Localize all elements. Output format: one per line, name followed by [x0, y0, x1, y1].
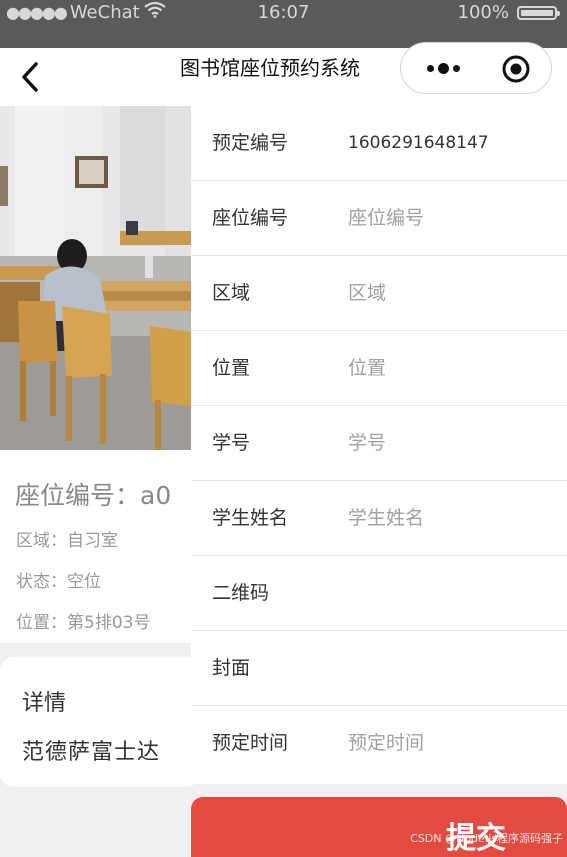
reservation-no-value: 1606291648147 — [348, 133, 489, 153]
form-label: 学号 — [212, 432, 251, 454]
more-dot-icon — [426, 64, 434, 72]
form-label: 区域 — [212, 282, 251, 304]
student-id-input[interactable] — [348, 432, 548, 454]
more-dot-icon — [437, 62, 449, 74]
reservation-form: 预定编号 1606291648147 座位编号 区域 位置 学号 学生姓名 二维… — [191, 106, 567, 784]
battery-icon — [517, 6, 560, 20]
seat-status: 状态：空位 — [16, 572, 101, 592]
form-row-qrcode[interactable]: 二维码 — [191, 556, 567, 631]
mini-program-capsule — [400, 42, 552, 94]
form-label: 位置 — [212, 357, 251, 379]
seat-no-input[interactable] — [348, 207, 548, 229]
seat-area: 区域：自习室 — [16, 531, 118, 551]
back-button[interactable] — [10, 56, 50, 98]
form-label: 学生姓名 — [212, 507, 289, 529]
watermark: CSDN @Node.js程序源码强子 — [410, 832, 563, 845]
form-row-student-name: 学生姓名 — [191, 481, 567, 556]
detail-body: 范德萨富士达 — [22, 740, 161, 765]
submit-button[interactable]: 提交 — [191, 797, 567, 857]
seat-position: 位置：第5排03号 — [16, 613, 151, 633]
status-bar: ●●●●● WeChat 16:07 100% — [0, 0, 567, 48]
form-row-student-id: 学号 — [191, 406, 567, 481]
reserve-time-input[interactable] — [348, 732, 548, 754]
more-button[interactable] — [423, 55, 463, 81]
form-row-reservation-no: 预定编号 1606291648147 — [191, 106, 567, 181]
student-name-input[interactable] — [348, 507, 548, 529]
form-label: 座位编号 — [212, 207, 289, 229]
seat-number-heading: 座位编号：a0 — [15, 481, 172, 510]
page-title: 图书馆座位预约系统 — [180, 56, 360, 80]
position-input[interactable] — [348, 357, 548, 379]
area-input[interactable] — [348, 282, 548, 304]
form-label: 预定编号 — [212, 132, 289, 154]
seat-info-card: 座位编号：a0 区域：自习室 状态：空位 位置：第5排03号 — [0, 450, 191, 643]
form-row-reserve-time: 预定时间 — [191, 706, 567, 781]
form-label: 封面 — [212, 657, 251, 679]
status-right: 100% — [457, 0, 560, 26]
form-label: 二维码 — [212, 582, 270, 604]
form-row-seat-no: 座位编号 — [191, 181, 567, 256]
form-row-position: 位置 — [191, 331, 567, 406]
detail-card: 详情 范德萨富士达 — [0, 657, 200, 787]
chevron-left-icon — [22, 62, 38, 92]
form-row-area: 区域 — [191, 256, 567, 331]
more-dot-icon — [452, 64, 460, 72]
form-row-cover[interactable]: 封面 — [191, 631, 567, 706]
nav-bar: 图书馆座位预约系统 — [0, 42, 567, 106]
battery-percent: 100% — [457, 2, 509, 23]
detail-title: 详情 — [22, 691, 67, 716]
close-button[interactable] — [501, 54, 531, 84]
seat-photo — [0, 106, 191, 450]
target-close-icon — [502, 55, 530, 83]
form-label: 预定时间 — [212, 732, 289, 754]
